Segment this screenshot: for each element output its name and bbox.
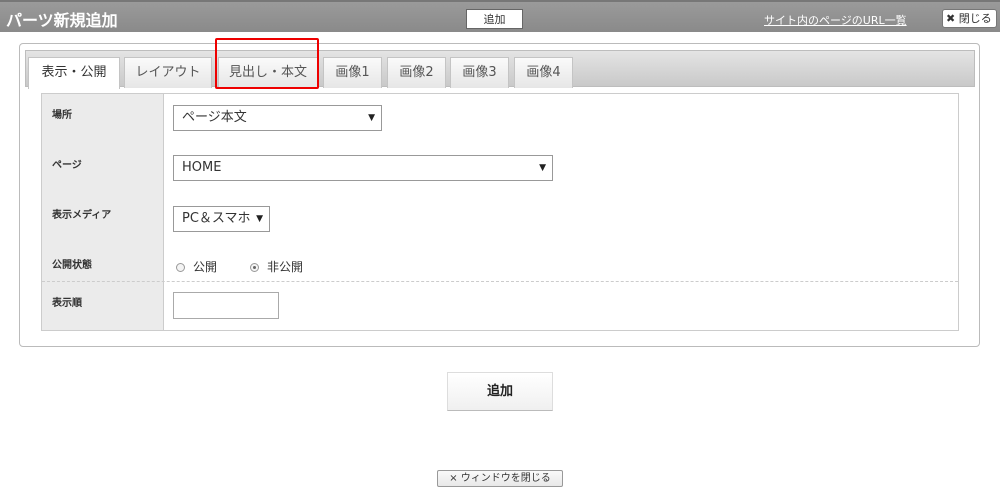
dropdown-arrow-icon: ▼: [256, 214, 263, 224]
location-value: ページ本文: [182, 110, 247, 125]
location-select[interactable]: ページ本文 ▼: [173, 105, 382, 131]
radio-private[interactable]: 非公開: [250, 258, 303, 275]
order-label: 表示順: [52, 298, 82, 309]
radio-public-label: 公開: [193, 260, 218, 274]
close-window-icon: ×: [449, 473, 458, 484]
page-label: ページ: [52, 160, 82, 171]
radio-private-button[interactable]: [250, 263, 259, 272]
close-label: 閉じる: [958, 12, 992, 25]
media-value: PC＆スマホ: [182, 211, 251, 226]
submit-button[interactable]: 追加: [447, 372, 553, 411]
form-table: 場所 ページ 表示メディア 公開状態 表示順 ページ本文 ▼ HOME ▼ PC＆ス…: [41, 93, 959, 331]
radio-private-label: 非公開: [267, 260, 304, 274]
row-divider: [42, 281, 958, 282]
media-label: 表示メディア: [52, 210, 112, 221]
radio-public[interactable]: 公開: [176, 258, 217, 275]
media-select[interactable]: PC＆スマホ ▼: [173, 206, 270, 232]
close-window-label: ウィンドウを閉じる: [460, 473, 551, 484]
tab-image-2[interactable]: 画像2: [387, 57, 446, 88]
url-list-link[interactable]: サイト内のページのURL一覧: [764, 12, 907, 28]
tab-strip: 表示・公開 レイアウト 見出し・本文 画像1 画像2 画像3 画像4: [25, 50, 975, 89]
status-label: 公開状態: [52, 260, 92, 271]
tab-image-3[interactable]: 画像3: [450, 57, 509, 88]
order-input[interactable]: [173, 292, 279, 319]
close-icon: ✖: [946, 12, 956, 25]
dropdown-arrow-icon: ▼: [539, 163, 546, 173]
close-window-button[interactable]: × ウィンドウを閉じる: [437, 470, 563, 487]
highlight-box: [215, 38, 319, 89]
tab-display-publish[interactable]: 表示・公開: [28, 57, 120, 89]
close-button[interactable]: ✖ 閉じる: [942, 9, 997, 28]
tab-image-1[interactable]: 画像1: [323, 57, 382, 88]
page-select[interactable]: HOME ▼: [173, 155, 553, 181]
radio-public-button[interactable]: [176, 263, 185, 272]
header-add-button[interactable]: 追加: [466, 9, 523, 29]
location-label: 場所: [52, 110, 72, 121]
header-bar: パーツ新規追加 追加 サイト内のページのURL一覧 ✖ 閉じる: [0, 0, 1000, 32]
dropdown-arrow-icon: ▼: [368, 113, 375, 123]
tab-image-4[interactable]: 画像4: [514, 57, 573, 88]
page-value: HOME: [182, 160, 222, 175]
tab-layout[interactable]: レイアウト: [124, 57, 212, 88]
page-title: パーツ新規追加: [6, 11, 118, 30]
